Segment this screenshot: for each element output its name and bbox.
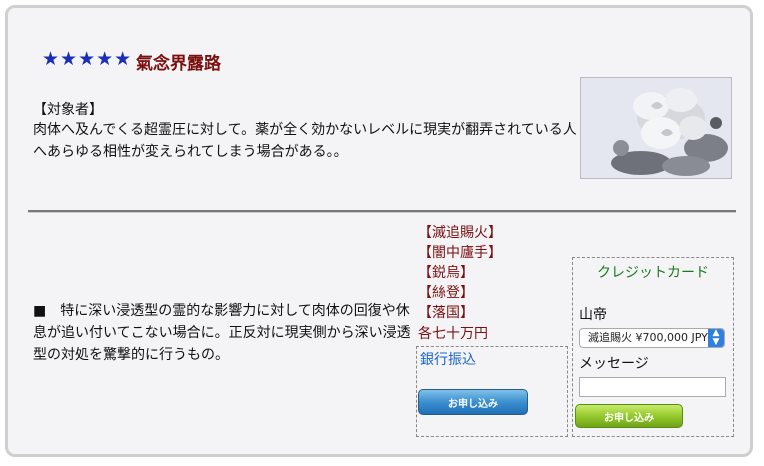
list-item: 【絲登】: [418, 285, 474, 301]
message-label: メッセージ: [579, 356, 649, 372]
buyer-name-label: 山帝: [579, 307, 607, 323]
list-item: 【鋭烏】: [418, 265, 474, 281]
artist-list: 【滅追賜火】 【闇中廬手】 【鋭烏】 【絲登】 【落国】: [418, 223, 502, 323]
card-apply-button[interactable]: お申し込み: [575, 404, 683, 428]
service-description: ■ 特に深い浸透型の霊的な影響力に対して肉体の回復や休息が追い付いてこない場合に…: [33, 303, 411, 363]
product-title: 氣念界露路: [136, 54, 221, 74]
section-divider: [28, 210, 736, 213]
chevron-updown-icon: ▲ ▼: [708, 329, 724, 347]
list-item: 【落国】: [418, 305, 474, 321]
credit-card-title: クレジットカード: [597, 265, 709, 281]
white-rose-photo: [580, 77, 732, 179]
rose-image: [581, 78, 731, 178]
item-select[interactable]: 滅追賜火 ¥700,000 JPY ▲ ▼: [579, 328, 725, 348]
credit-card-box: クレジットカード 山帝 滅追賜火 ¥700,000 JPY ▲ ▼ メッセージ お…: [572, 257, 734, 437]
bank-apply-button[interactable]: お申し込み: [418, 389, 528, 415]
list-item: 【闇中廬手】: [418, 245, 502, 261]
rating-stars: ★★★★★: [42, 48, 133, 70]
item-select-value: 滅追賜火 ¥700,000 JPY: [588, 331, 708, 344]
price-label: 各七十万円: [418, 326, 488, 342]
list-item: 【滅追賜火】: [418, 225, 502, 241]
message-input[interactable]: [579, 377, 726, 397]
target-heading: 【対象者】: [33, 102, 103, 118]
bank-transfer-label: 銀行振込: [420, 352, 476, 368]
bank-transfer-box: 銀行振込 お申し込み: [416, 346, 568, 437]
target-description: 肉体へ及んでくる超霊圧に対して。薬が全く効かないレベルに現実が翻弄されている人へ…: [33, 122, 577, 160]
